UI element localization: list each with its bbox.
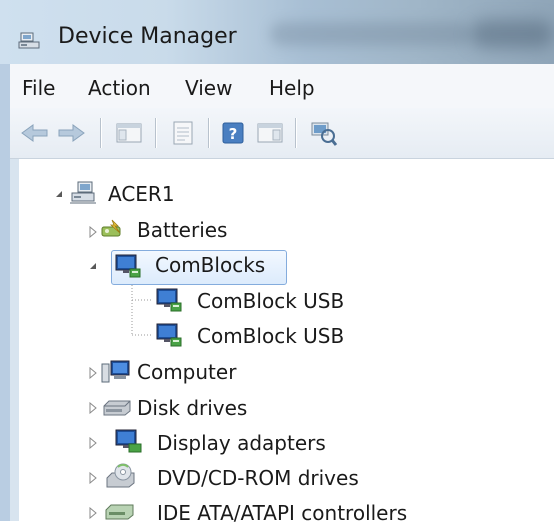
arrow-left-icon	[21, 124, 48, 142]
tree-left-border	[10, 159, 19, 521]
scan-hardware-button[interactable]	[308, 119, 338, 147]
properties-icon	[173, 121, 193, 145]
svg-text:?: ?	[229, 125, 238, 143]
expand-arrow-icon[interactable]	[88, 507, 98, 519]
disk-drive-icon	[103, 400, 131, 416]
expand-arrow-icon[interactable]	[88, 472, 98, 484]
tree-node-display-adapters[interactable]: Display adapters	[157, 431, 326, 455]
title-bar[interactable]: Device Manager	[0, 0, 554, 64]
tree-node-comblock-usb-2[interactable]: ComBlock USB	[197, 324, 344, 348]
tree-node-comblocks[interactable]: ComBlocks	[155, 253, 265, 277]
monitor-usb-icon	[156, 288, 182, 312]
tree-node-acer1[interactable]: ACER1	[108, 182, 175, 206]
tree-node-dvd-cd-rom-drives[interactable]: DVD/CD-ROM drives	[157, 466, 359, 490]
show-hide-console-tree-button[interactable]	[115, 121, 143, 145]
blurred-title-controls	[270, 22, 470, 46]
menu-file[interactable]: File	[22, 76, 55, 100]
dvd-drive-icon	[106, 463, 135, 488]
tree-node-computer[interactable]: Computer	[137, 360, 236, 384]
toolbar-separator	[208, 118, 209, 148]
monitor-usb-icon	[115, 254, 141, 278]
window-title: Device Manager	[58, 24, 237, 49]
back-button[interactable]	[20, 122, 50, 144]
action-pane-icon	[257, 123, 283, 143]
expand-arrow-icon[interactable]	[88, 437, 98, 449]
toolbar-separator	[155, 118, 156, 148]
help-button[interactable]: ?	[220, 120, 246, 146]
properties-button[interactable]	[170, 120, 196, 146]
tree-node-batteries[interactable]: Batteries	[137, 218, 227, 242]
menu-view[interactable]: View	[185, 76, 232, 100]
toolbar-separator	[295, 118, 296, 148]
computer-icon	[101, 360, 130, 383]
help-icon: ?	[222, 122, 244, 144]
display-adapter-icon	[115, 429, 142, 453]
expand-arrow-icon[interactable]	[88, 226, 98, 238]
ide-controller-icon	[105, 504, 134, 520]
toolbar: ?	[10, 108, 554, 159]
battery-icon	[101, 219, 121, 237]
tree-node-ide-ata-atapi-controllers[interactable]: IDE ATA/ATAPI controllers	[157, 501, 407, 525]
toolbar-separator	[100, 118, 101, 148]
menu-bar: File Action View Help	[10, 64, 554, 109]
blurred-window-buttons	[470, 20, 554, 48]
arrow-right-icon	[58, 124, 85, 142]
collapse-arrow-icon[interactable]	[88, 261, 98, 271]
tree-node-comblock-usb-1[interactable]: ComBlock USB	[197, 289, 344, 313]
console-tree-icon	[116, 123, 142, 143]
monitor-usb-icon	[156, 323, 182, 347]
expand-arrow-icon[interactable]	[88, 367, 98, 379]
forward-button[interactable]	[56, 122, 86, 144]
menu-action[interactable]: Action	[88, 76, 151, 100]
scan-hardware-icon	[311, 122, 338, 146]
computer-network-icon	[70, 181, 96, 204]
show-action-pane-button[interactable]	[256, 121, 284, 145]
tree-node-disk-drives[interactable]: Disk drives	[137, 396, 247, 420]
expand-arrow-icon[interactable]	[88, 402, 98, 414]
collapse-arrow-icon[interactable]	[54, 189, 64, 199]
menu-help[interactable]: Help	[269, 76, 315, 100]
device-manager-icon	[18, 32, 40, 49]
